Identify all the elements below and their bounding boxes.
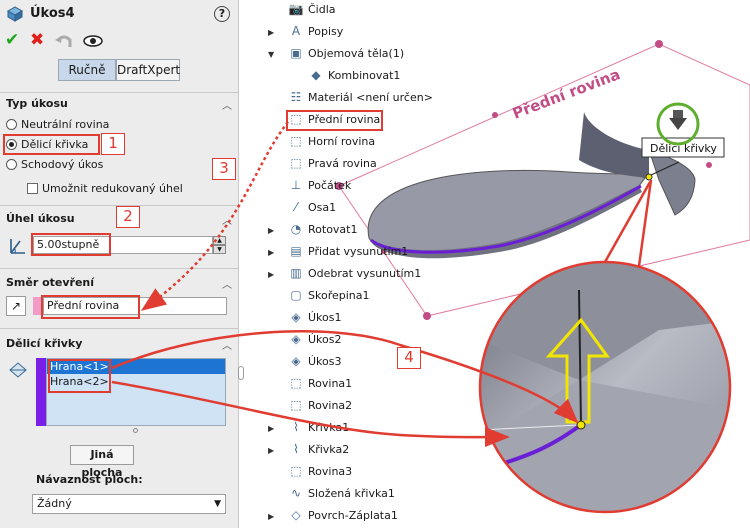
callout-arrow-4a	[111, 330, 579, 424]
callout-number-3: 3	[212, 158, 236, 180]
callout-arrows	[111, 121, 579, 448]
callout-number-4: 4	[397, 347, 421, 369]
callout-arrow-3	[140, 121, 289, 311]
callout-number-2: 2	[116, 206, 140, 228]
callout-arrow-4b	[111, 380, 510, 448]
panel-splitter-handle[interactable]	[238, 366, 244, 380]
callout-number-1: 1	[101, 133, 125, 155]
